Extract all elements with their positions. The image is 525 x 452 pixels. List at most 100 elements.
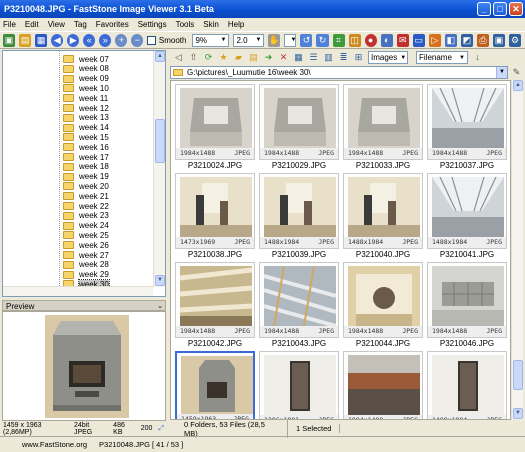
thumbnail-frame[interactable]: 1984x1488 JPEG (427, 84, 507, 160)
zoom-select[interactable]: 9% ▼ (192, 33, 230, 47)
thumbs-icon[interactable]: ▥ (323, 52, 334, 63)
copy-icon[interactable]: ▤ (248, 52, 259, 63)
fullscreen-icon[interactable]: ◩ (460, 33, 473, 47)
tree-item[interactable]: week 22 (63, 201, 109, 211)
rotate-left-icon[interactable]: ↺ (300, 33, 313, 47)
scroll-up-icon[interactable]: ▲ (513, 80, 523, 91)
color-icon[interactable]: ◐ (380, 33, 393, 47)
menu-tag[interactable]: Tag (74, 20, 87, 29)
thumbnail-frame[interactable]: 1984x1488 JPEG (259, 262, 339, 338)
wallpaper-icon[interactable]: ▭ (412, 33, 425, 47)
tree-item[interactable]: week 14 (63, 123, 109, 133)
tag-icon[interactable]: ▦ (293, 52, 304, 63)
scroll-down-icon[interactable]: ▼ (513, 408, 523, 419)
path-bar[interactable]: G:\pictures\_Luumutie 16\week 30\ ▼ (170, 66, 508, 79)
thumbnail-item[interactable]: 1984x1488 JPEG P3210029.JPG (259, 84, 339, 171)
tree-item[interactable]: week 17 (63, 152, 109, 162)
menu-skin[interactable]: Skin (203, 20, 219, 29)
prev-icon[interactable]: ◀ (51, 33, 64, 47)
tree-item[interactable]: week 19 (63, 172, 109, 182)
ratio-select[interactable]: 2.0 ▼ (233, 33, 265, 47)
thumbnail-item[interactable]: 1984x1488 JPEG P3210044.JPG (343, 262, 423, 349)
thumbnail-item[interactable]: 1396x1991 JPEG (259, 351, 339, 419)
thumbnail-item[interactable]: 1488x1984 JPEG (427, 351, 507, 419)
smooth-checkbox[interactable] (147, 35, 156, 45)
menu-file[interactable]: File (3, 20, 16, 29)
grid-scrollbar[interactable]: ▲ ▼ (511, 80, 523, 420)
chevron-down-icon[interactable]: ▼ (496, 67, 507, 78)
minimize-button[interactable]: _ (477, 2, 491, 16)
thumbnail-item[interactable]: 1984x1488 JPEG P3210033.JPG (343, 84, 423, 171)
menu-edit[interactable]: Edit (25, 20, 39, 29)
tree-item[interactable]: week 24 (63, 221, 109, 231)
tree-item[interactable]: week 16 (63, 142, 109, 152)
rotate-right-icon[interactable]: ↻ (316, 33, 329, 47)
list-icon[interactable]: ≣ (338, 52, 349, 63)
new-folder-icon[interactable]: ▰ (233, 52, 244, 63)
sort-order-icon[interactable]: ↓ (472, 52, 483, 63)
last-icon[interactable]: » (99, 33, 112, 47)
tree-item[interactable]: week 29 (63, 270, 109, 280)
tree-item[interactable]: week 18 (63, 162, 109, 172)
grid-icon[interactable]: ⊞ (353, 52, 364, 63)
thumbnail-frame[interactable]: 1488x1984 JPEG (427, 173, 507, 249)
resize-icon[interactable]: ◫ (348, 33, 361, 47)
thumbnail-frame[interactable]: 1984x1488 JPEG (343, 84, 423, 160)
thumbnail-frame[interactable]: 1984x1488 JPEG (343, 262, 423, 338)
thumbnail-item[interactable]: 1459x1963JPEGP3210048.JPG (175, 351, 255, 419)
tree-item[interactable]: week 20 (63, 181, 109, 191)
next-icon[interactable]: ▶ (67, 33, 80, 47)
maximize-button[interactable]: □ (493, 2, 507, 16)
fit-icon[interactable]: ⤢ (158, 425, 164, 433)
zoom-out-icon[interactable]: − (131, 33, 144, 47)
scroll-down-icon[interactable]: ▼ (155, 275, 165, 286)
thumbnail-frame[interactable]: 1488x1984 JPEG (427, 351, 507, 419)
thumbnail-frame[interactable]: 1473x1969 JPEG (175, 173, 255, 249)
thumbnail-item[interactable]: 1984x1488 JPEG (343, 351, 423, 419)
thumbnail-item[interactable]: 1984x1488 JPEG P3210042.JPG (175, 262, 255, 349)
tree-item[interactable]: week 26 (63, 240, 109, 250)
tree-item[interactable]: week 10 (63, 83, 109, 93)
details-icon[interactable]: ☰ (308, 52, 319, 63)
menu-settings[interactable]: Settings (138, 20, 167, 29)
thumbnail-item[interactable]: 1984x1488 JPEG P3210046.JPG (427, 262, 507, 349)
thumbnail-frame[interactable]: 1984x1488 JPEG (427, 262, 507, 338)
tree-item[interactable]: week 13 (63, 113, 109, 123)
email-icon[interactable]: ✉ (396, 33, 409, 47)
menu-view[interactable]: View (48, 20, 65, 29)
sort-select[interactable]: Filename ▼ (416, 51, 468, 64)
scroll-up-icon[interactable]: ▲ (155, 51, 165, 62)
browse-icon[interactable]: ▤ (19, 33, 32, 47)
thumbnail-frame[interactable]: 1984x1488 JPEG (343, 351, 423, 419)
site-link[interactable]: www.FastStone.org (22, 440, 87, 449)
favorite-icon[interactable]: ★ (218, 52, 229, 63)
tree-hscrollbar[interactable] (3, 286, 153, 296)
zoom-in-icon[interactable]: + (115, 33, 128, 47)
grid-scroll-thumb[interactable] (513, 360, 523, 390)
compare-icon[interactable]: ◧ (444, 33, 457, 47)
tree-item[interactable]: week 07 (63, 54, 109, 64)
first-icon[interactable]: « (83, 33, 96, 47)
tree-item[interactable]: week 21 (63, 191, 109, 201)
thumbnail-frame[interactable]: 1984x1488 JPEG (175, 262, 255, 338)
thumbnail-frame[interactable]: 1984x1488 JPEG (175, 84, 255, 160)
thumbnail-item[interactable]: 1488x1984 JPEG P3210041.JPG (427, 173, 507, 260)
thumbnail-frame[interactable]: 1488x1984 JPEG (343, 173, 423, 249)
thumbnail-item[interactable]: 1984x1488 JPEG P3210043.JPG (259, 262, 339, 349)
tree-item[interactable]: week 08 (63, 64, 109, 74)
crop-icon[interactable]: ⌗ (332, 33, 345, 47)
tree-item[interactable]: week 25 (63, 230, 109, 240)
menu-tools[interactable]: Tools (176, 20, 195, 29)
tree-item[interactable]: week 12 (63, 103, 109, 113)
filter-select[interactable]: Images ▼ (368, 51, 408, 64)
settings-icon[interactable]: ⚙ (509, 33, 522, 47)
tree-item[interactable]: week 15 (63, 132, 109, 142)
tree-item[interactable]: week 09 (63, 74, 109, 84)
thumbnail-item[interactable]: 1984x1488 JPEG P3210037.JPG (427, 84, 507, 171)
thumbnail-frame[interactable]: 1459x1963 JPEG (175, 351, 255, 419)
open-folder-icon[interactable]: ▣ (3, 33, 16, 47)
save-icon[interactable]: ▦ (35, 33, 48, 47)
red-eye-icon[interactable]: ● (364, 33, 377, 47)
close-button[interactable]: ✕ (509, 2, 523, 16)
thumbnail-frame[interactable]: 1396x1991 JPEG (259, 351, 339, 419)
